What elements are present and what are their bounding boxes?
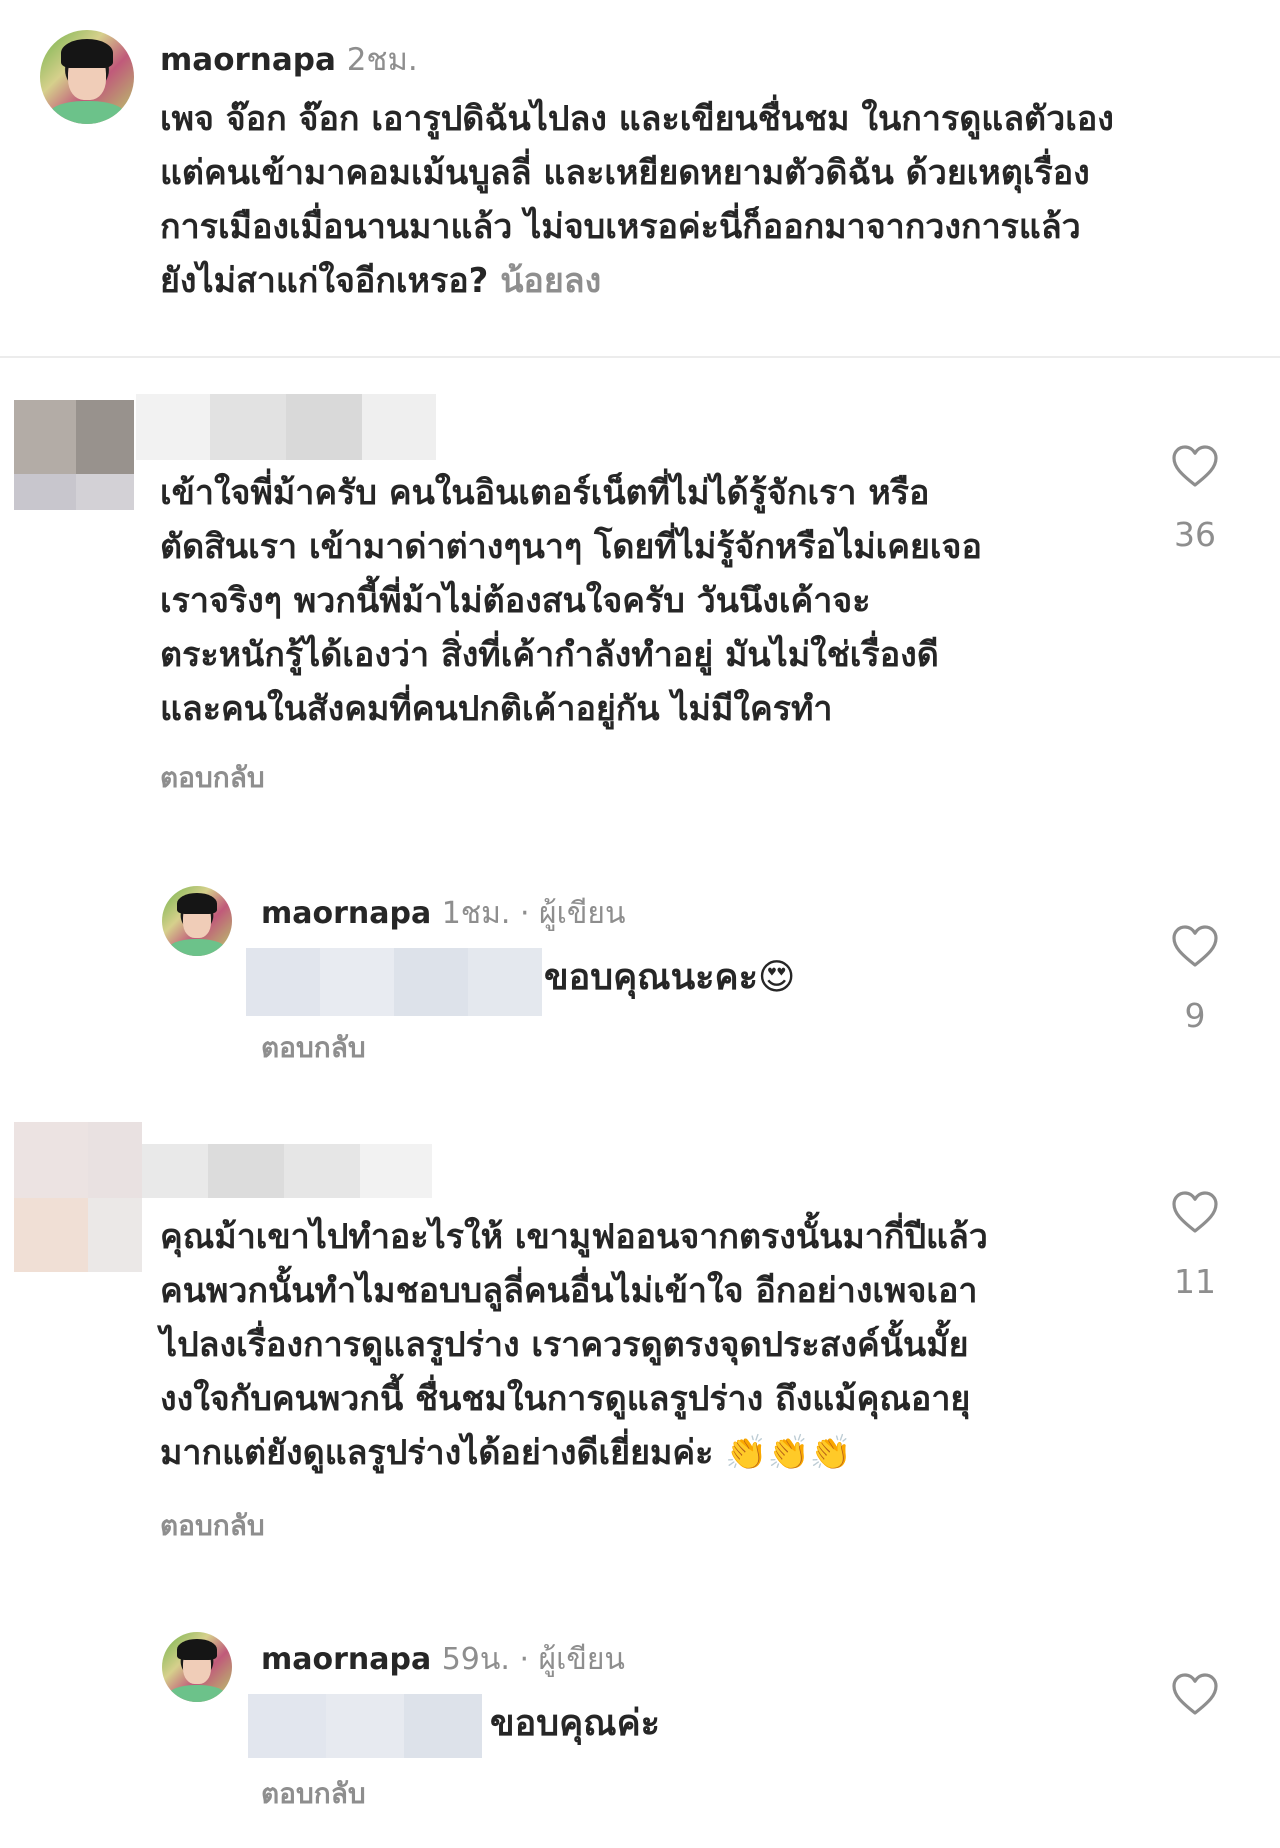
like-heart-icon[interactable] <box>1171 924 1219 968</box>
reply-author-username[interactable]: maornapa 59น. · ผู้เขียน <box>261 1636 625 1683</box>
post-time: 2ชม. <box>346 42 418 78</box>
reply-author-username[interactable]: maornapa 1ชม. · ผู้เขียน <box>261 890 626 937</box>
blurred-avatar[interactable] <box>14 400 134 510</box>
reply-time: 1ชม. <box>441 896 511 931</box>
like-count[interactable]: 11 <box>1165 1262 1225 1301</box>
see-less-link[interactable]: น้อยลง <box>500 261 601 301</box>
blurred-mention[interactable] <box>248 1694 482 1758</box>
blurred-username[interactable] <box>136 394 436 460</box>
caption-divider <box>0 356 1280 358</box>
reply-time: 59น. <box>441 1642 510 1677</box>
blurred-mention[interactable] <box>246 948 542 1016</box>
comment-text: คุณม้าเขาไปทำอะไรให้ เขามูฟออนจากตรงนั้น… <box>160 1217 988 1473</box>
reply-button[interactable]: ตอบกลับ <box>160 1504 265 1548</box>
author-tag: · ผู้เขียน <box>509 1642 625 1677</box>
blurred-avatar[interactable] <box>14 1122 142 1272</box>
username-text[interactable]: maornapa <box>261 896 431 931</box>
blurred-username[interactable] <box>142 1144 432 1198</box>
like-heart-icon[interactable] <box>1171 444 1219 488</box>
username-text[interactable]: maornapa <box>160 42 336 78</box>
like-count[interactable]: 36 <box>1165 515 1225 554</box>
reply-text: ขอบคุณนะคะ😍 <box>544 957 796 998</box>
post-author-username[interactable]: maornapa 2ชม. <box>160 34 418 84</box>
post-caption: เพจ จ๊อก จ๊อก เอารูปดิฉันไปลง และเขียนชื… <box>160 92 1240 308</box>
reply-button[interactable]: ตอบกลับ <box>160 756 265 800</box>
author-tag: · ผู้เขียน <box>510 896 626 931</box>
caption-text: เพจ จ๊อก จ๊อก เอารูปดิฉันไปลง และเขียนชื… <box>160 99 1114 301</box>
author-avatar[interactable] <box>162 886 232 956</box>
reply-button[interactable]: ตอบกลับ <box>261 1772 366 1816</box>
post-author-avatar[interactable] <box>40 30 134 124</box>
author-avatar[interactable] <box>162 1632 232 1702</box>
username-text[interactable]: maornapa <box>261 1642 431 1677</box>
reply-button[interactable]: ตอบกลับ <box>261 1026 366 1070</box>
like-count[interactable]: 9 <box>1165 996 1225 1035</box>
like-heart-icon[interactable] <box>1171 1190 1219 1234</box>
comment-text: เข้าใจพี่ม้าครับ คนในอินเตอร์เน็ตที่ไม่ไ… <box>160 473 982 729</box>
reply-text: ขอบคุณค่ะ <box>490 1703 660 1744</box>
like-heart-icon[interactable] <box>1171 1672 1219 1716</box>
